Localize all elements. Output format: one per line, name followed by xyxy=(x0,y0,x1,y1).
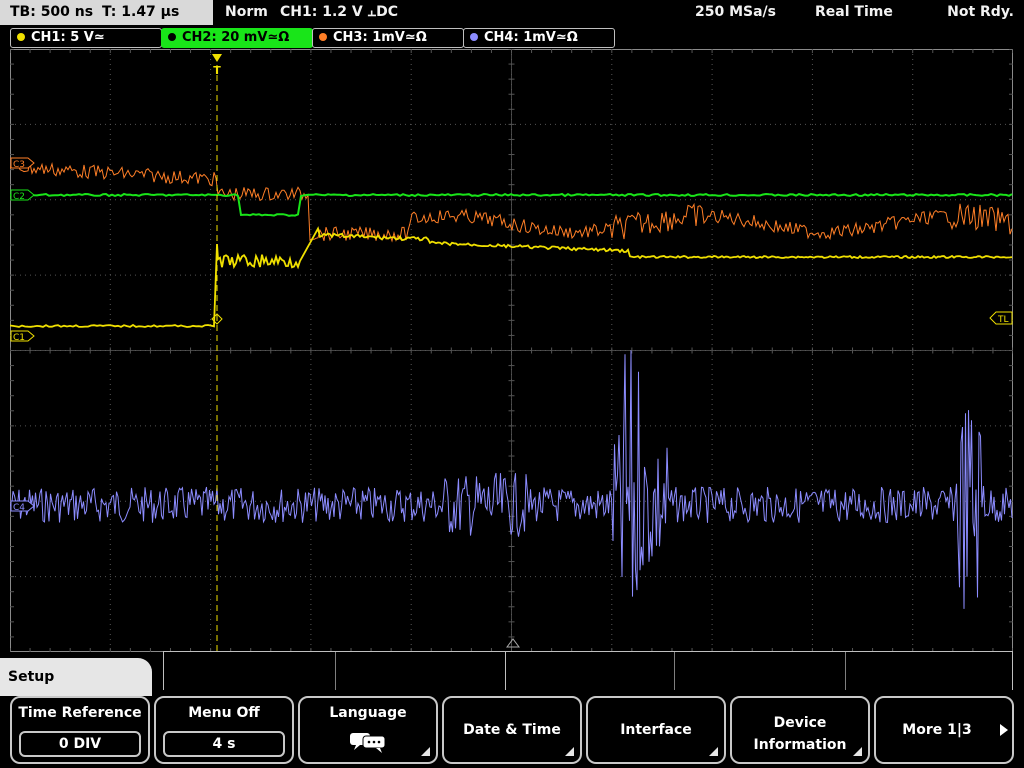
channel-label: CH1: 5 V≃ xyxy=(31,30,105,45)
status-bar: TB: 500 ns T: 1.47 µs Norm CH1: 1.2 V ⫠D… xyxy=(0,0,1024,26)
submenu-arrow-icon xyxy=(421,747,430,756)
submenu-arrow-icon xyxy=(853,747,862,756)
ch4-dot-icon xyxy=(470,32,478,41)
channel-label: CH3: 1mV≃Ω xyxy=(333,30,427,45)
channel-tab-ch3[interactable]: CH3: 1mV≃Ω xyxy=(312,28,464,48)
language-button[interactable]: Language xyxy=(298,696,438,764)
menu-title: Setup xyxy=(0,658,152,696)
channel-label: CH2: 20 mV≃Ω xyxy=(182,30,290,45)
menu-off-value[interactable]: 4 s xyxy=(163,731,285,757)
strip-divider xyxy=(674,652,675,690)
trigger-mode[interactable]: Norm xyxy=(225,0,268,25)
waveform-display[interactable]: T C3 C2 C1 C4 TL xyxy=(10,49,1013,652)
softkey-label: More 1|3 xyxy=(902,722,972,738)
device-information-button[interactable]: Device Information xyxy=(730,696,870,764)
softkey-label: Time Reference xyxy=(18,705,142,721)
acquisition-state: Not Rdy. xyxy=(947,4,1014,20)
strip-divider xyxy=(335,652,336,690)
softkey-label-line2: Information xyxy=(753,737,847,753)
strip-center-line xyxy=(505,652,506,690)
trigger-setting[interactable]: CH1: 1.2 V ⫠DC xyxy=(280,0,398,25)
channel-tab-ch2[interactable]: CH2: 20 mV≃Ω xyxy=(161,28,313,48)
c2-marker-label: C2 xyxy=(13,192,25,202)
ch1-dot-icon xyxy=(17,32,25,41)
acquisition-mode: Real Time xyxy=(815,4,893,20)
strip-divider xyxy=(845,652,846,690)
submenu-arrow-icon xyxy=(565,747,574,756)
menu-off-button[interactable]: Menu Off 4 s xyxy=(154,696,294,764)
submenu-arrow-icon xyxy=(709,747,718,756)
menu-header-strip xyxy=(163,651,1013,691)
softkey-label: Date & Time xyxy=(463,722,561,738)
softkey-label: Interface xyxy=(620,722,692,738)
sample-rate: 250 MSa/s xyxy=(695,4,777,20)
speech-bubbles-icon xyxy=(350,733,386,753)
timebase-box[interactable]: TB: 500 ns T: 1.47 µs xyxy=(0,0,213,25)
time-reference-value[interactable]: 0 DIV xyxy=(19,731,141,757)
trigger-pos-label: T xyxy=(213,64,221,77)
interface-button[interactable]: Interface xyxy=(586,696,726,764)
time-reference-button[interactable]: Time Reference 0 DIV xyxy=(10,696,150,764)
timebase-label: TB: 500 ns xyxy=(10,4,94,20)
softkey-label: Menu Off xyxy=(188,705,260,721)
channel-tab-ch4[interactable]: CH4: 1mV≃Ω xyxy=(463,28,615,48)
ch3-dot-icon xyxy=(319,32,327,41)
softkey-label: Language xyxy=(329,705,407,721)
date-time-button[interactable]: Date & Time xyxy=(442,696,582,764)
trigger-level-label: TL xyxy=(997,315,1009,325)
trigger-time-label: T: 1.47 µs xyxy=(102,4,180,20)
more-button[interactable]: More 1|3 xyxy=(874,696,1014,764)
ch2-dot-icon xyxy=(168,32,176,41)
channel-label: CH4: 1mV≃Ω xyxy=(484,30,578,45)
next-page-icon xyxy=(1000,724,1008,736)
channel-tab-ch1[interactable]: CH1: 5 V≃ xyxy=(10,28,162,48)
c1-marker-label: C1 xyxy=(13,333,25,343)
c4-marker-label: C4 xyxy=(13,503,25,513)
c3-marker-label: C3 xyxy=(13,160,25,170)
softkey-label-line1: Device xyxy=(773,715,827,731)
